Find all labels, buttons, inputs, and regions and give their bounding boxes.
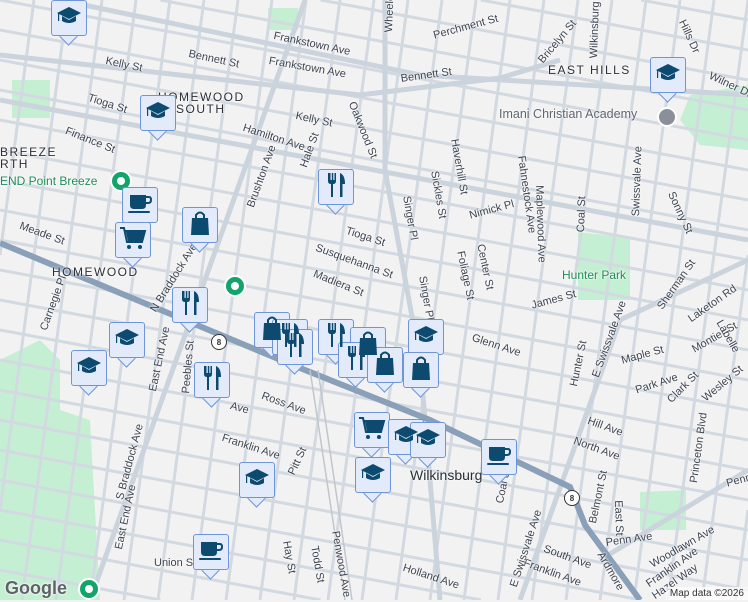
place-label[interactable]: Hunter Park <box>562 268 626 282</box>
grocery-icon <box>358 416 386 445</box>
map-attribution: Map data ©2026 <box>665 587 748 600</box>
marker-box <box>109 322 145 358</box>
marker-box <box>481 439 517 475</box>
restaurant-icon <box>179 290 201 321</box>
school-icon <box>76 355 102 382</box>
restaurant-marker[interactable] <box>172 287 208 333</box>
coffee-icon <box>198 539 224 566</box>
school-marker[interactable] <box>239 462 275 508</box>
marker-box <box>122 187 158 223</box>
marker-box <box>410 422 446 458</box>
grocery-marker[interactable] <box>354 412 390 458</box>
school-icon <box>415 427 441 454</box>
map-canvas[interactable] <box>0 0 748 600</box>
school-place-pin[interactable] <box>657 107 677 127</box>
place-pin[interactable] <box>224 275 246 297</box>
coffee-marker[interactable] <box>481 439 517 485</box>
school-icon <box>360 462 386 489</box>
marker-box <box>193 534 229 570</box>
grocery-icon <box>119 226 147 255</box>
restaurant-icon <box>345 345 367 376</box>
marker-box <box>408 319 444 355</box>
place-label[interactable]: Imani Christian Academy <box>499 107 637 121</box>
shopping-marker[interactable] <box>182 207 218 253</box>
marker-box <box>140 95 176 131</box>
route-8-shield: 8 <box>564 490 580 506</box>
school-icon <box>655 62 681 89</box>
school-marker[interactable] <box>109 322 145 368</box>
restaurant-icon <box>284 332 306 363</box>
place-label[interactable]: END Point Breeze <box>0 174 97 188</box>
marker-box <box>403 352 439 388</box>
street-label: Wilkinsburg <box>588 1 602 59</box>
school-marker[interactable] <box>410 422 446 468</box>
school-icon <box>413 324 439 351</box>
marker-box <box>115 222 151 258</box>
marker-box <box>194 362 230 398</box>
coffee-icon <box>486 444 512 471</box>
school-icon <box>244 467 270 494</box>
school-marker[interactable] <box>140 95 176 141</box>
shopping-icon <box>374 350 396 381</box>
shopping-marker[interactable] <box>403 352 439 398</box>
shopping-icon <box>189 210 211 241</box>
school-icon <box>145 100 171 127</box>
restaurant-marker[interactable] <box>194 362 230 408</box>
route-8-shield: 8 <box>211 334 227 350</box>
restaurant-icon <box>201 365 223 396</box>
neighborhood-label: SOUTH <box>176 102 226 116</box>
coffee-marker[interactable] <box>193 534 229 580</box>
google-logo: Google <box>5 578 67 598</box>
shopping-icon <box>410 355 432 386</box>
neighborhood-label: EAST HILLS <box>548 63 631 77</box>
marker-box <box>318 169 354 205</box>
street-label: Union St <box>154 557 197 569</box>
marker-box <box>355 457 391 493</box>
street-label: Coal St <box>575 195 589 233</box>
marker-box <box>354 412 390 448</box>
restaurant-icon <box>325 172 347 203</box>
restaurant-marker[interactable] <box>318 169 354 215</box>
school-marker[interactable] <box>51 0 87 46</box>
school-icon <box>114 327 140 354</box>
school-marker[interactable] <box>650 57 686 103</box>
grocery-marker[interactable] <box>115 222 151 268</box>
neighborhood-label: RTH <box>0 157 29 171</box>
street-label: Swissvale Ave <box>630 145 645 217</box>
marker-box <box>172 287 208 323</box>
school-icon <box>56 5 82 32</box>
marker-box <box>182 207 218 243</box>
street-road <box>640 0 748 22</box>
marker-box <box>51 0 87 36</box>
coffee-icon <box>127 192 153 219</box>
marker-box <box>239 462 275 498</box>
place-pin[interactable] <box>78 578 100 600</box>
marker-box <box>71 350 107 386</box>
school-marker[interactable] <box>355 457 391 503</box>
street-label: Wheeler St <box>383 0 397 33</box>
school-marker[interactable] <box>71 350 107 396</box>
neighborhood-label: Wilkinsburg <box>410 467 483 483</box>
street-label: East St <box>612 500 626 536</box>
marker-box <box>650 57 686 93</box>
